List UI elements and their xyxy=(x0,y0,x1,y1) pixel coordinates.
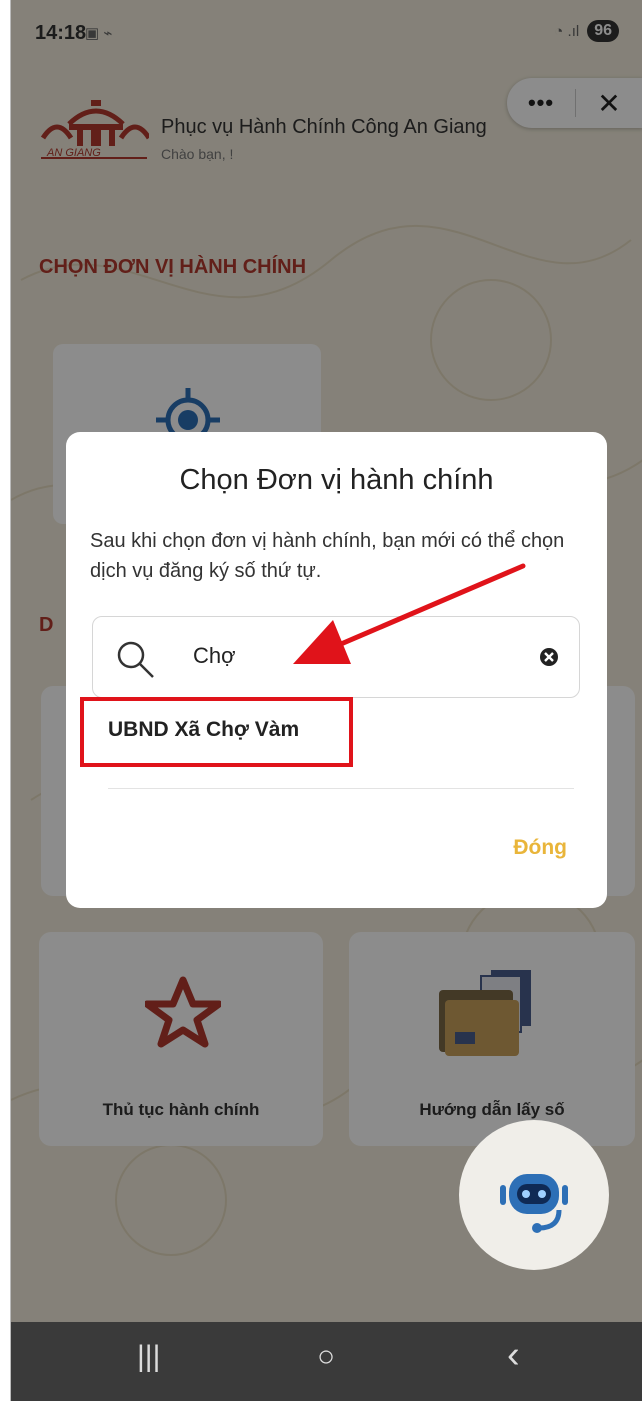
phone-screen: 14:18 ▣ ⌁ ◔ .ıl 96 AN GIANG Phục vụ Hành… xyxy=(10,0,642,1401)
annotation-arrow xyxy=(293,563,526,664)
